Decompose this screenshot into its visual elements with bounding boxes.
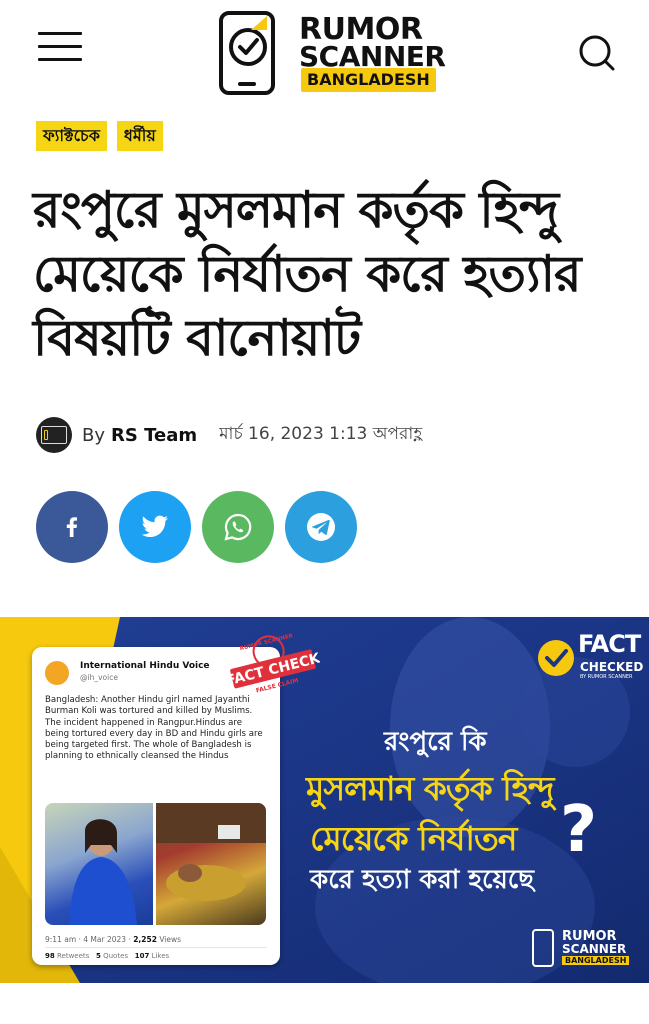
facebook-icon: [66, 517, 77, 537]
tweet-avatar: [45, 661, 69, 685]
fact-check-stamp: RUMOR SCANNER FACT CHECK FALSE CLAIM: [225, 633, 320, 695]
phone-check-icon: [219, 11, 275, 95]
badge-fact-text: FACT: [578, 630, 641, 658]
site-logo[interactable]: RUMOR SCANNER BANGLADESH: [215, 8, 446, 100]
featured-image[interactable]: International Hindu Voice @ih_voice Bang…: [0, 617, 649, 983]
question-line-2: মুসলমান কর্তৃক হিন্দু: [306, 769, 554, 808]
tweet-account-name: International Hindu Voice: [80, 661, 210, 671]
share-whatsapp-button[interactable]: [202, 491, 274, 563]
category-tags: ফ্যাক্টচেক ধর্মীয়: [36, 121, 163, 151]
hamburger-menu-icon[interactable]: [38, 30, 84, 64]
tweet-timestamp: 9:11 am · 4 Mar 2023 · 2,252 Views: [45, 935, 182, 944]
tweet-photo-girl: [45, 803, 153, 925]
tweet-stats: 98 Retweets 5 Quotes 107 Likes: [45, 952, 170, 960]
publish-date: মার্চ 16, 2023 1:13 অপরাহ্ণ: [219, 424, 423, 444]
whatsapp-icon: [224, 513, 252, 541]
fact-checked-badge: FACT CHECKED BY RUMOR SCANNER: [538, 630, 643, 688]
hero-logo-scanner: SCANNER: [562, 942, 627, 956]
tag-factcheck[interactable]: ফ্যাক্টচেক: [36, 121, 107, 151]
check-circle-icon: [538, 640, 574, 676]
by-label: By: [82, 424, 106, 446]
site-header: RUMOR SCANNER BANGLADESH: [0, 0, 649, 104]
question-mark: ?: [560, 793, 598, 867]
twitter-icon: [141, 515, 168, 537]
article-title: রংপুরে মুসলমান কর্তৃক হিন্দু মেয়েকে নির…: [33, 180, 582, 367]
author-avatar[interactable]: [36, 417, 72, 453]
hero-logo-bangladesh: BANGLADESH: [562, 956, 630, 965]
tweet-text: Bangladesh: Another Hindu girl named Jay…: [45, 695, 263, 762]
search-icon[interactable]: [576, 32, 616, 72]
phone-icon: [532, 929, 554, 967]
question-line-4: করে হত্যা করা হয়েছে: [310, 865, 534, 895]
tag-religious[interactable]: ধর্মীয়: [116, 121, 163, 151]
share-buttons: [36, 491, 357, 563]
tweet-photo-body: [156, 803, 266, 925]
share-twitter-button[interactable]: [119, 491, 191, 563]
logo-tag-bangladesh: BANGLADESH: [301, 68, 436, 92]
badge-checked-text: CHECKED: [580, 660, 644, 674]
tweet-handle: @ih_voice: [80, 673, 118, 682]
author-name[interactable]: RS Team: [111, 425, 197, 446]
badge-by-text: BY RUMOR SCANNER: [580, 674, 633, 680]
telegram-icon: [307, 513, 335, 541]
share-facebook-button[interactable]: [36, 491, 108, 563]
featured-image-logo: RUMOR SCANNER BANGLADESH: [528, 925, 638, 971]
author-meta: By RS Team মার্চ 16, 2023 1:13 অপরাহ্ণ: [36, 416, 422, 454]
share-telegram-button[interactable]: [285, 491, 357, 563]
question-line-1: রংপুরে কি: [384, 727, 487, 757]
tweet-divider: [45, 947, 267, 948]
